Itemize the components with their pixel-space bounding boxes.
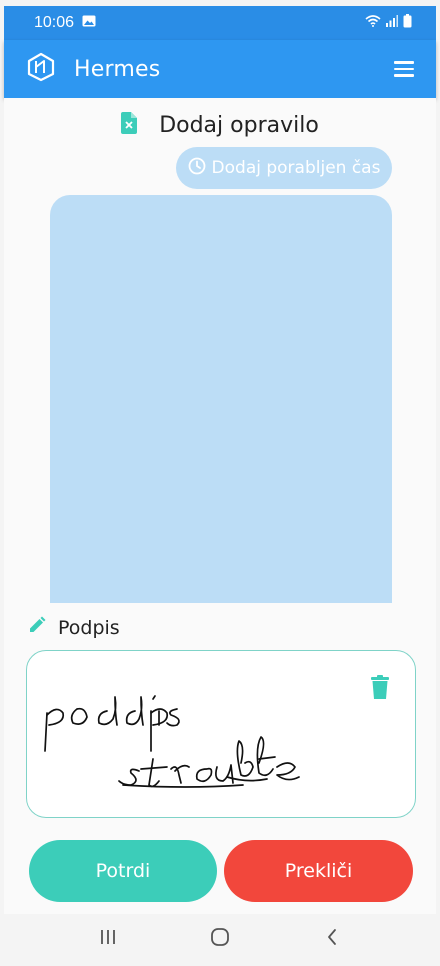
- image-icon: [82, 14, 96, 32]
- signature-drawing: [44, 695, 300, 788]
- cancel-button[interactable]: Prekliči: [224, 840, 413, 902]
- trash-icon[interactable]: [371, 675, 389, 703]
- clock-icon: [188, 157, 206, 180]
- attachment-area[interactable]: [50, 195, 392, 603]
- status-bar: 10:06: [4, 6, 436, 40]
- signature-label: Podpis: [58, 616, 120, 639]
- status-time: 10:06: [34, 14, 75, 31]
- page-title: Dodaj opravilo: [159, 112, 319, 138]
- system-nav-bar: [4, 914, 436, 960]
- main-content: Dodaj opravilo Dodaj porabljen čas Podpi…: [4, 98, 436, 914]
- page-header: Dodaj opravilo: [4, 112, 436, 138]
- document-icon: [121, 112, 138, 138]
- signature-header: Podpis: [28, 616, 120, 639]
- app-title: Hermes: [74, 56, 161, 82]
- confirm-button[interactable]: Potrdi: [29, 840, 217, 902]
- home-icon[interactable]: [200, 917, 240, 957]
- battery-icon: [403, 13, 412, 33]
- app-bar: Hermes: [4, 40, 436, 98]
- add-time-label: Dodaj porabljen čas: [211, 158, 381, 178]
- signature-pad[interactable]: [26, 650, 416, 818]
- add-time-button[interactable]: Dodaj porabljen čas: [176, 147, 392, 189]
- signal-icon: [386, 14, 398, 32]
- hermes-logo-icon: [26, 52, 56, 86]
- wifi-icon: [365, 14, 381, 32]
- back-icon[interactable]: [312, 917, 352, 957]
- recent-apps-icon[interactable]: [88, 917, 128, 957]
- hamburger-menu-icon[interactable]: [394, 61, 414, 77]
- pencil-icon: [28, 616, 46, 639]
